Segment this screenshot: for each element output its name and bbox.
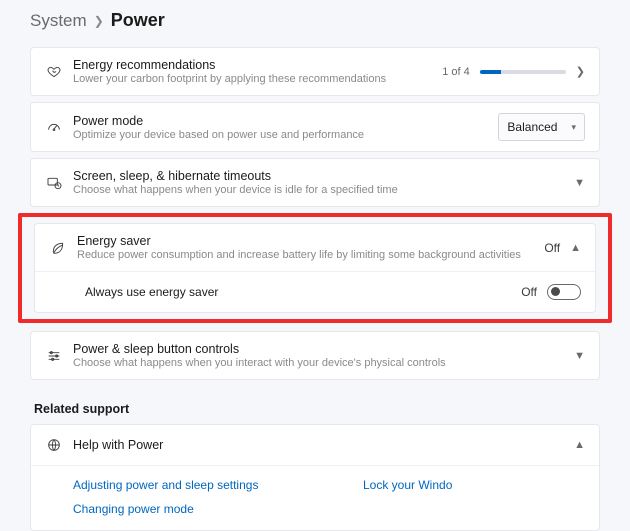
gauge-icon [43,119,65,135]
energy-saver-title: Energy saver [77,234,544,248]
energy-saver-sub: Reduce power consumption and increase ba… [77,249,544,261]
always-energy-saver-label: Always use energy saver [85,285,521,299]
chevron-up-icon: ▲ [570,242,581,254]
chevron-up-icon: ▲ [574,439,585,451]
globe-icon [43,437,65,453]
help-title: Help with Power [73,438,574,452]
link-lock-windows[interactable]: Lock your Windo [363,478,452,492]
breadcrumb-parent[interactable]: System [30,11,87,31]
breadcrumb: System ❯ Power [12,0,618,47]
energy-rec-title: Energy recommendations [73,58,442,72]
energy-rec-progress [480,70,566,74]
always-energy-saver-toggle[interactable] [547,284,581,300]
help-header-row[interactable]: Help with Power ▲ [31,425,599,465]
chevron-down-icon: ▼ [574,177,585,189]
help-card: Help with Power ▲ Adjusting power and sl… [30,424,600,531]
power-mode-title: Power mode [73,114,498,128]
highlight-box: Energy saver Reduce power consumption an… [18,213,612,323]
power-mode-sub: Optimize your device based on power use … [73,129,498,141]
breadcrumb-current: Power [111,10,165,31]
energy-rec-sub: Lower your carbon footprint by applying … [73,73,442,85]
chevron-down-icon: ▾ [571,122,576,133]
chevron-down-icon: ▼ [574,350,585,362]
always-energy-saver-status: Off [521,285,537,299]
link-change-power-mode[interactable]: Changing power mode [73,502,363,516]
power-mode-card: Power mode Optimize your device based on… [30,102,600,152]
timeouts-sub: Choose what happens when your device is … [73,184,574,196]
power-buttons-title: Power & sleep button controls [73,342,574,356]
power-mode-dropdown[interactable]: Balanced ▾ [498,113,585,141]
always-energy-saver-row: Always use energy saver Off [35,271,595,312]
sliders-icon [43,348,65,364]
power-mode-value: Balanced [507,120,557,134]
power-button-controls-card[interactable]: Power & sleep button controls Choose wha… [30,331,600,380]
screen-timeout-icon [43,175,65,191]
heart-leaf-icon [43,64,65,80]
energy-recommendations-card[interactable]: Energy recommendations Lower your carbon… [30,47,600,96]
timeouts-card[interactable]: Screen, sleep, & hibernate timeouts Choo… [30,158,600,207]
energy-saver-status: Off [544,241,560,255]
energy-rec-counter: 1 of 4 [442,66,470,78]
power-buttons-sub: Choose what happens when you interact wi… [73,357,574,369]
related-support-heading: Related support [12,386,618,424]
link-adjust-power[interactable]: Adjusting power and sleep settings [73,478,363,492]
chevron-right-icon: ❯ [576,65,585,78]
chevron-right-icon: ❯ [94,14,104,28]
leaf-icon [47,240,69,256]
timeouts-title: Screen, sleep, & hibernate timeouts [73,169,574,183]
energy-saver-card[interactable]: Energy saver Reduce power consumption an… [34,223,596,313]
help-links: Adjusting power and sleep settings Chang… [31,465,599,530]
